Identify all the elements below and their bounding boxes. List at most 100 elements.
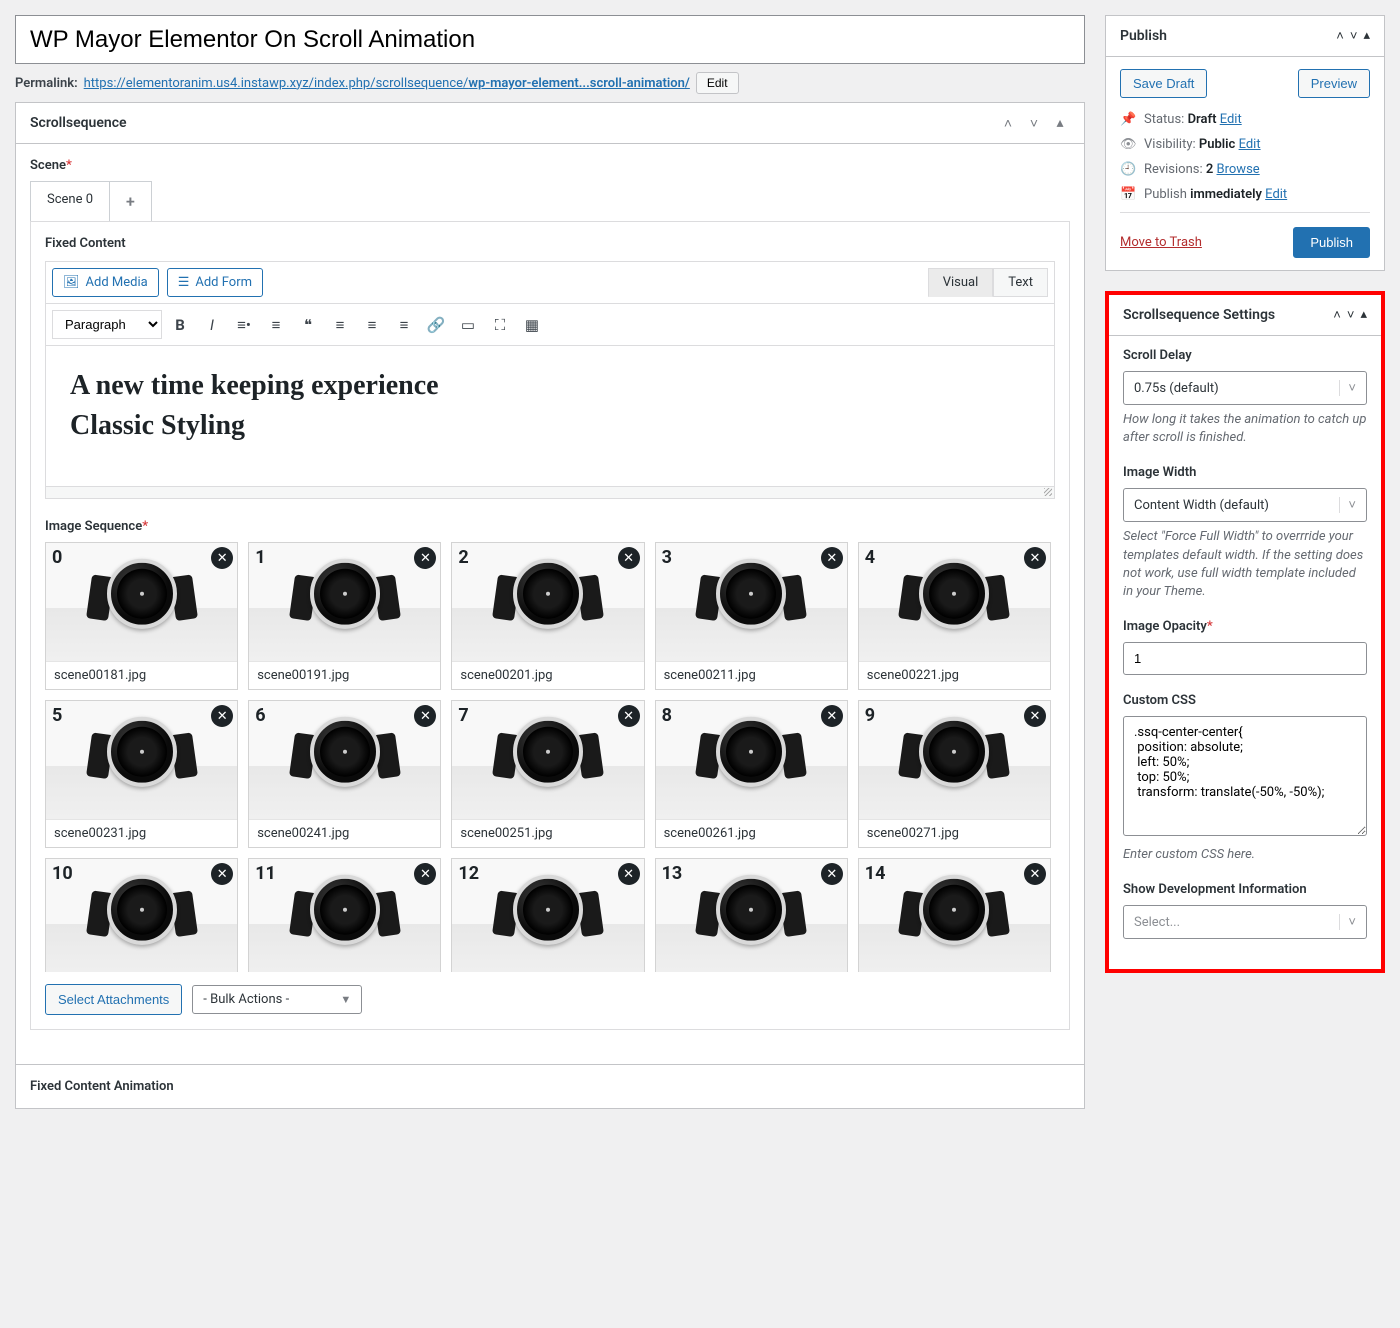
image-sequence-item[interactable]: 4✕scene00221.jpg (858, 542, 1051, 690)
edit-status-link[interactable]: Edit (1220, 112, 1242, 127)
image-width-select[interactable]: Content Width (default)˅ (1123, 488, 1367, 522)
add-form-button[interactable]: ☰Add Form (167, 268, 263, 297)
editor-tab-text[interactable]: Text (993, 268, 1048, 297)
toolbar-toggle-icon[interactable]: ▦ (518, 311, 546, 339)
tab-scene-0[interactable]: Scene 0 (30, 181, 110, 221)
image-sequence-item[interactable]: 8✕scene00261.jpg (655, 700, 848, 848)
remove-image-icon[interactable]: ✕ (414, 705, 436, 727)
image-sequence-item[interactable]: 7✕scene00251.jpg (451, 700, 644, 848)
quote-icon[interactable]: ❝ (294, 311, 322, 339)
move-to-trash-link[interactable]: Move to Trash (1120, 235, 1202, 250)
move-down-icon[interactable]: ˅ (1347, 307, 1355, 323)
image-index: 12 (458, 863, 479, 884)
add-media-button[interactable]: 🖼Add Media (52, 268, 159, 297)
image-sequence-item[interactable]: 3✕scene00211.jpg (655, 542, 848, 690)
bullet-list-icon[interactable]: ≡• (230, 311, 258, 339)
remove-image-icon[interactable]: ✕ (821, 863, 843, 885)
remove-image-icon[interactable]: ✕ (1024, 705, 1046, 727)
remove-image-icon[interactable]: ✕ (1024, 547, 1046, 569)
move-up-icon[interactable]: ˄ (998, 113, 1018, 133)
image-index: 13 (662, 863, 683, 884)
scroll-delay-select[interactable]: 0.75s (default)˅ (1123, 371, 1367, 405)
remove-image-icon[interactable]: ✕ (821, 705, 843, 727)
align-right-icon[interactable]: ≡ (390, 311, 418, 339)
move-up-icon[interactable]: ˄ (1336, 28, 1344, 44)
toggle-icon[interactable]: ▴ (1360, 307, 1367, 323)
permalink-edit-button[interactable]: Edit (696, 72, 739, 94)
remove-image-icon[interactable]: ✕ (211, 547, 233, 569)
bold-icon[interactable]: B (166, 311, 194, 339)
align-center-icon[interactable]: ≡ (358, 311, 386, 339)
chevron-down-icon: ˅ (1339, 497, 1356, 513)
toggle-icon[interactable]: ▴ (1363, 28, 1370, 44)
edit-visibility-link[interactable]: Edit (1239, 137, 1261, 152)
link-icon[interactable]: 🔗 (422, 311, 450, 339)
image-sequence-item[interactable]: 5✕scene00231.jpg (45, 700, 238, 848)
image-opacity-label: Image Opacity (1123, 619, 1207, 634)
custom-css-textarea[interactable]: .ssq-center-center{ position: absolute; … (1123, 716, 1367, 836)
readmore-icon[interactable]: ▭ (454, 311, 482, 339)
image-sequence-item[interactable]: 11 ✕ (248, 858, 441, 972)
image-sequence-item[interactable]: 6✕scene00241.jpg (248, 700, 441, 848)
post-title-input[interactable] (15, 15, 1085, 64)
image-sequence-item[interactable]: 10✕ (45, 858, 238, 972)
image-index: 11 (255, 863, 276, 884)
publish-box-title: Publish (1120, 28, 1167, 44)
revisions-icon: 🕘 (1120, 162, 1136, 177)
image-index: 5 (52, 705, 62, 726)
edit-publish-date-link[interactable]: Edit (1265, 187, 1287, 202)
toggle-icon[interactable]: ▴ (1050, 113, 1070, 133)
editor-resize-handle[interactable] (46, 486, 1054, 498)
scroll-delay-label: Scroll Delay (1123, 348, 1367, 363)
editor-heading-2: Classic Styling (70, 410, 1030, 442)
image-sequence-item[interactable]: 12 ✕ (451, 858, 644, 972)
scrollsequence-metabox-title: Scrollsequence (30, 115, 127, 131)
image-filename: scene00211.jpg (656, 661, 847, 689)
select-attachments-button[interactable]: Select Attachments (45, 984, 182, 1015)
image-sequence-item[interactable]: 13 ✕ (655, 858, 848, 972)
remove-image-icon[interactable]: ✕ (414, 547, 436, 569)
dev-info-select[interactable]: Select...˅ (1123, 905, 1367, 939)
chevron-down-icon: ˅ (1339, 380, 1356, 396)
image-sequence-item[interactable]: 2✕scene00201.jpg (451, 542, 644, 690)
format-select[interactable]: Paragraph (52, 310, 162, 339)
move-down-icon[interactable]: ˅ (1024, 113, 1044, 133)
scene-label: Scene (30, 158, 66, 173)
image-filename: scene00191.jpg (249, 661, 440, 689)
add-scene-button[interactable]: + (109, 181, 152, 221)
save-draft-button[interactable]: Save Draft (1120, 69, 1207, 98)
preview-button[interactable]: Preview (1298, 69, 1370, 98)
image-opacity-input[interactable] (1123, 642, 1367, 675)
image-sequence-item[interactable]: 1✕scene00191.jpg (248, 542, 441, 690)
image-sequence-item[interactable]: 9✕scene00271.jpg (858, 700, 1051, 848)
custom-css-label: Custom CSS (1123, 693, 1367, 708)
bulk-actions-select[interactable]: - Bulk Actions -▼ (192, 985, 362, 1014)
remove-image-icon[interactable]: ✕ (211, 863, 233, 885)
eye-icon: 👁 (1120, 137, 1136, 152)
remove-image-icon[interactable]: ✕ (618, 547, 640, 569)
pin-icon: 📌 (1120, 112, 1136, 127)
browse-revisions-link[interactable]: Browse (1217, 162, 1260, 177)
move-up-icon[interactable]: ˄ (1333, 307, 1341, 323)
remove-image-icon[interactable]: ✕ (821, 547, 843, 569)
move-down-icon[interactable]: ˅ (1350, 28, 1358, 44)
image-index: 9 (865, 705, 875, 726)
fullscreen-icon[interactable]: ⛶ (486, 311, 514, 339)
number-list-icon[interactable]: ≡ (262, 311, 290, 339)
remove-image-icon[interactable]: ✕ (1024, 863, 1046, 885)
editor-tab-visual[interactable]: Visual (928, 268, 994, 297)
remove-image-icon[interactable]: ✕ (211, 705, 233, 727)
chevron-down-icon: ˅ (1339, 914, 1356, 930)
align-left-icon[interactable]: ≡ (326, 311, 354, 339)
editor-heading-1: A new time keeping experience (70, 370, 1030, 402)
publish-button[interactable]: Publish (1293, 227, 1370, 258)
image-sequence-item[interactable]: 14✕ (858, 858, 1051, 972)
remove-image-icon[interactable]: ✕ (618, 863, 640, 885)
editor-content[interactable]: A new time keeping experience Classic St… (46, 346, 1054, 486)
remove-image-icon[interactable]: ✕ (414, 863, 436, 885)
image-index: 2 (458, 547, 468, 568)
permalink-url[interactable]: https://elementoranim.us4.instawp.xyz/in… (84, 76, 690, 91)
italic-icon[interactable]: I (198, 311, 226, 339)
remove-image-icon[interactable]: ✕ (618, 705, 640, 727)
image-sequence-item[interactable]: 0✕scene00181.jpg (45, 542, 238, 690)
